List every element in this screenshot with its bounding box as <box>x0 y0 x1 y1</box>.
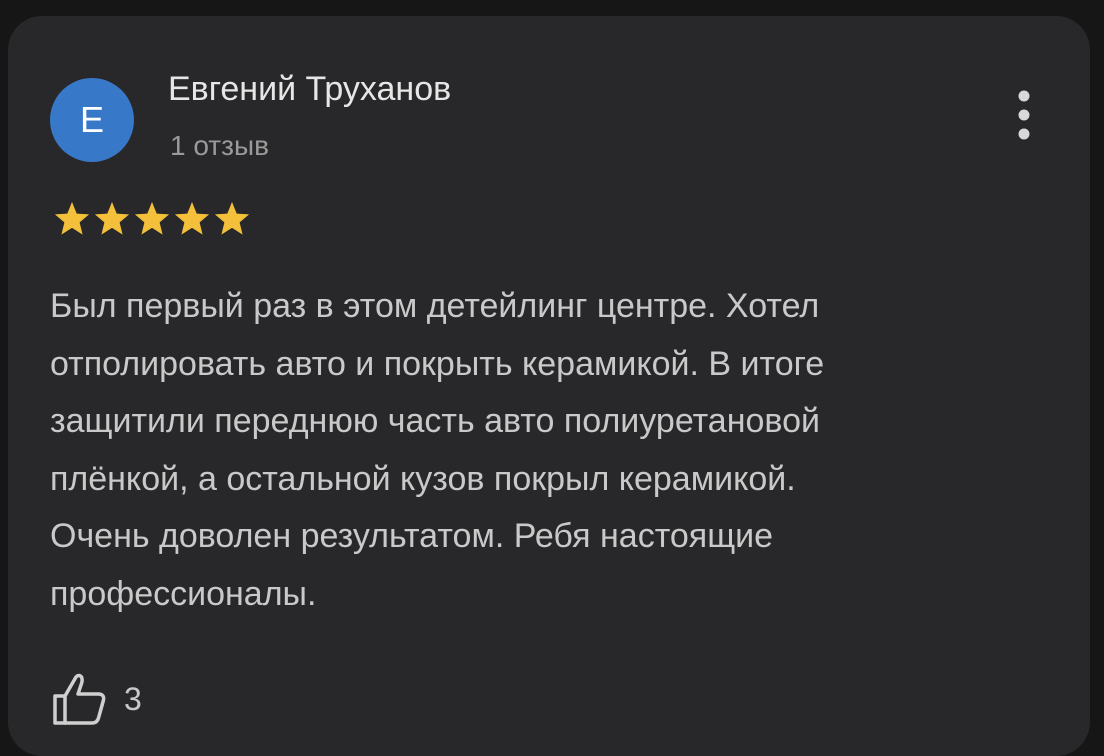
star-icon <box>94 202 130 235</box>
author-name[interactable]: Евгений Труханов <box>168 66 451 112</box>
like-count: 3 <box>124 681 142 717</box>
star-icon <box>54 202 90 235</box>
star-rating <box>52 200 252 238</box>
star-icon <box>134 202 170 235</box>
thumbs-up-icon <box>53 673 106 725</box>
more-vertical-icon <box>1018 90 1030 140</box>
like-button[interactable]: 3 <box>52 672 142 726</box>
more-options-button[interactable] <box>1004 84 1044 148</box>
star-icon <box>174 202 210 235</box>
star-icon <box>214 202 250 235</box>
avatar[interactable]: Е <box>50 78 134 162</box>
review-card: Е Евгений Труханов 1 отзыв Был первый ра… <box>8 16 1090 756</box>
review-text: Был первый раз в этом детейлинг центре. … <box>50 287 825 613</box>
author-review-count: 1 отзыв <box>170 130 269 161</box>
